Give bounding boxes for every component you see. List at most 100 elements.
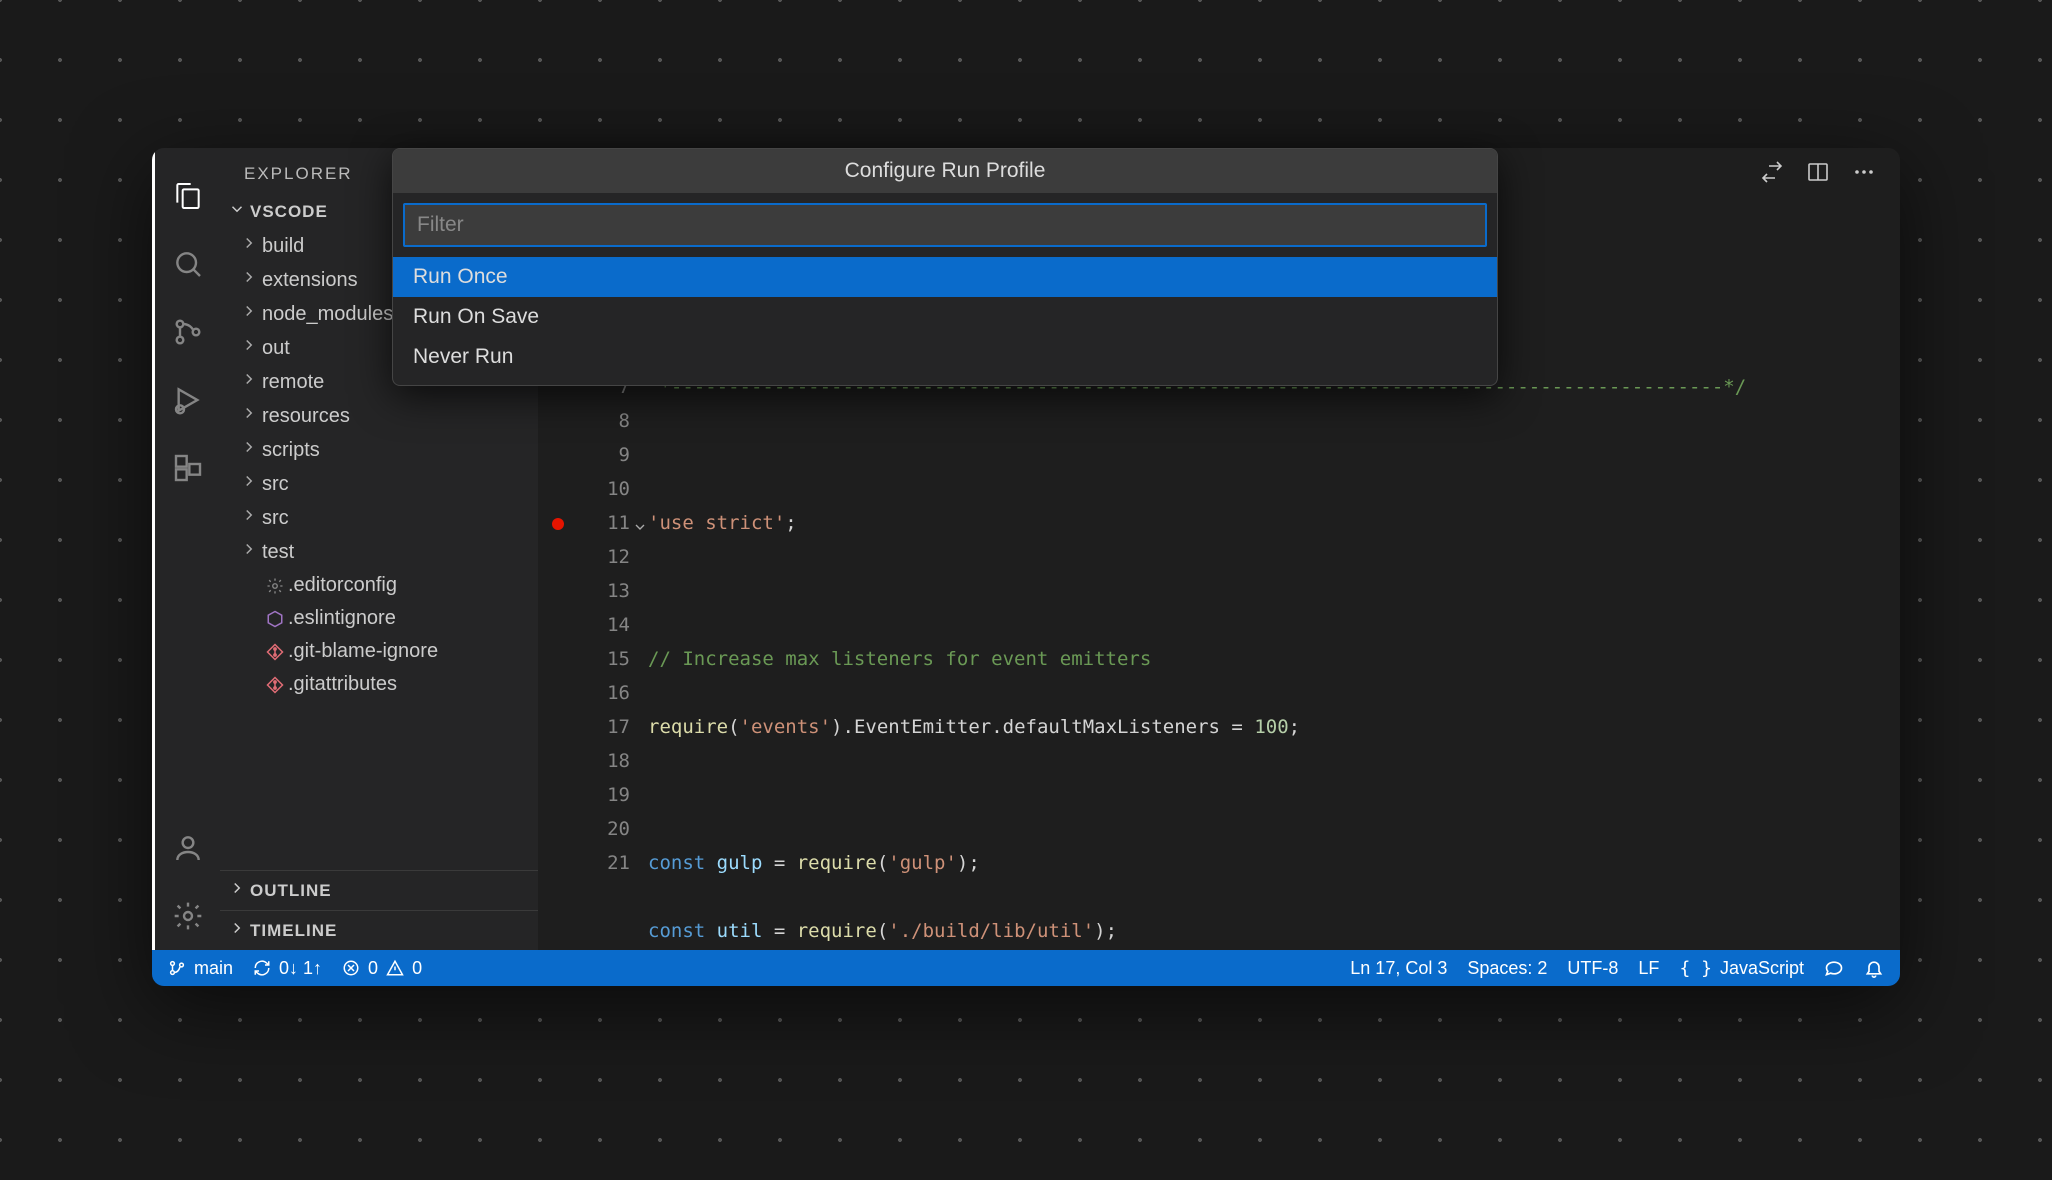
quickpick-dialog: Configure Run Profile Run OnceRun On Sav… — [392, 148, 1498, 386]
t: = — [762, 920, 796, 942]
item-label: resources — [262, 405, 350, 428]
quickpick-item[interactable]: Run Once — [393, 257, 1497, 297]
line-number: 10 — [538, 472, 630, 506]
t: gulp — [717, 852, 763, 874]
code-line: 'use strict' — [648, 512, 785, 534]
settings-icon[interactable] — [154, 882, 222, 950]
item-label: test — [262, 541, 294, 564]
chevron-right-icon — [240, 438, 262, 462]
search-icon[interactable] — [154, 230, 222, 298]
chevron-right-icon — [240, 370, 262, 394]
item-label: .gitattributes — [288, 673, 397, 696]
t: require — [797, 920, 877, 942]
error-count: 0 — [368, 958, 378, 979]
section-label: OUTLINE — [250, 881, 332, 901]
item-label: remote — [262, 371, 324, 394]
timeline-section[interactable]: TIMELINE — [220, 910, 538, 950]
language-mode[interactable]: { } JavaScript — [1679, 958, 1804, 979]
item-label: node_modules — [262, 303, 393, 326]
more-icon[interactable] — [1852, 160, 1876, 189]
code-line: // Increase max listeners for event emit… — [648, 648, 1151, 670]
t: const — [648, 852, 717, 874]
item-label: scripts — [262, 439, 320, 462]
cursor-position[interactable]: Ln 17, Col 3 — [1350, 958, 1447, 979]
breakpoint-icon[interactable] — [552, 518, 564, 530]
quickpick-filter-input[interactable] — [403, 203, 1487, 247]
folder-item[interactable]: src — [220, 467, 538, 501]
problems-indicator[interactable]: 0 0 — [342, 958, 422, 979]
file-icon — [262, 643, 288, 661]
line-number: 8 — [538, 404, 630, 438]
line-number: 11 — [538, 506, 630, 540]
branch-name: main — [194, 958, 233, 979]
file-icon — [262, 610, 288, 628]
t: require — [648, 716, 728, 738]
quickpick-item[interactable]: Never Run — [393, 337, 1497, 377]
t: 100 — [1254, 716, 1288, 738]
line-number: 12 — [538, 540, 630, 574]
t: .EventEmitter.defaultMaxListeners = — [843, 716, 1255, 738]
explorer-icon[interactable] — [154, 162, 222, 230]
t: 'gulp' — [888, 852, 957, 874]
notifications-icon[interactable] — [1864, 958, 1884, 978]
t: const — [648, 920, 717, 942]
sidebar-root-label: VSCODE — [250, 202, 328, 222]
outline-section[interactable]: OUTLINE — [220, 870, 538, 910]
compare-icon[interactable] — [1760, 160, 1784, 189]
item-label: .eslintignore — [288, 607, 396, 630]
file-item[interactable]: .editorconfig — [220, 569, 538, 602]
indentation[interactable]: Spaces: 2 — [1467, 958, 1547, 979]
branch-indicator[interactable]: main — [168, 958, 233, 979]
file-icon — [262, 577, 288, 595]
eol[interactable]: LF — [1638, 958, 1659, 979]
source-control-icon[interactable] — [154, 298, 222, 366]
folder-item[interactable]: test — [220, 535, 538, 569]
item-label: out — [262, 337, 290, 360]
split-editor-icon[interactable] — [1806, 160, 1830, 189]
chevron-right-icon — [240, 268, 262, 292]
file-item[interactable]: .git-blame-ignore — [220, 635, 538, 668]
t: require — [797, 852, 877, 874]
chevron-right-icon — [240, 302, 262, 326]
line-number: 15 — [538, 642, 630, 676]
quickpick-item[interactable]: Run On Save — [393, 297, 1497, 337]
t: util — [717, 920, 763, 942]
warning-count: 0 — [412, 958, 422, 979]
line-number: 21 — [538, 846, 630, 880]
folder-item[interactable]: scripts — [220, 433, 538, 467]
line-number: 14 — [538, 608, 630, 642]
line-number: 20 — [538, 812, 630, 846]
item-label: src — [262, 473, 289, 496]
fold-icon[interactable] — [632, 512, 648, 546]
item-label: src — [262, 507, 289, 530]
sync-indicator[interactable]: 0↓ 1↑ — [253, 958, 322, 979]
file-item[interactable]: .eslintignore — [220, 602, 538, 635]
chevron-down-icon — [228, 200, 250, 223]
t: 'events' — [740, 716, 832, 738]
line-number: 9 — [538, 438, 630, 472]
feedback-icon[interactable] — [1824, 958, 1844, 978]
item-label: extensions — [262, 269, 358, 292]
line-number: 13 — [538, 574, 630, 608]
encoding[interactable]: UTF-8 — [1567, 958, 1618, 979]
item-label: .git-blame-ignore — [288, 640, 438, 663]
line-number: 16 — [538, 676, 630, 710]
sync-text: 0↓ 1↑ — [279, 958, 322, 979]
quickpick-title: Configure Run Profile — [393, 149, 1497, 193]
section-label: TIMELINE — [250, 921, 337, 941]
chevron-right-icon — [240, 472, 262, 496]
item-label: build — [262, 235, 304, 258]
accounts-icon[interactable] — [154, 814, 222, 882]
line-number: 18 — [538, 744, 630, 778]
chevron-right-icon — [240, 540, 262, 564]
folder-item[interactable]: src — [220, 501, 538, 535]
folder-item[interactable]: resources — [220, 399, 538, 433]
t: './build/lib/util' — [888, 920, 1094, 942]
file-item[interactable]: .gitattributes — [220, 668, 538, 701]
chevron-right-icon — [240, 506, 262, 530]
run-debug-icon[interactable] — [154, 366, 222, 434]
file-icon — [262, 676, 288, 694]
quickpick-list: Run OnceRun On SaveNever Run — [393, 257, 1497, 385]
line-number: 17 — [538, 710, 630, 744]
extensions-icon[interactable] — [154, 434, 222, 502]
